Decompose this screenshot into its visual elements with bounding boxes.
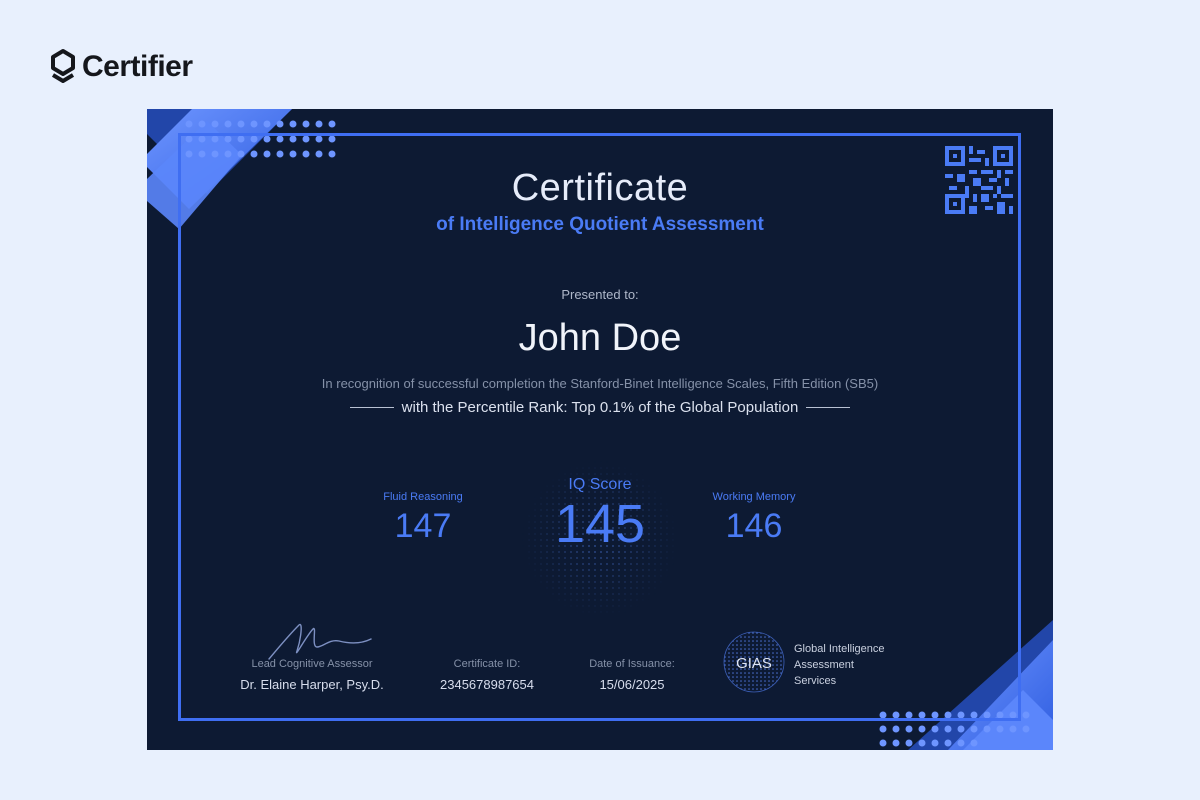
rank-row: with the Percentile Rank: Top 0.1% of th…: [147, 399, 1053, 416]
issuer-name-line2: Assessment: [794, 659, 854, 671]
issue-date-block: Date of Issuance: 15/06/2025: [567, 658, 697, 692]
issue-date-label: Date of Issuance:: [589, 658, 675, 670]
certificate-subtitle: of Intelligence Quotient Assessment: [436, 214, 764, 235]
recipient-name: John Doe: [518, 317, 682, 359]
assessor-label: Lead Cognitive Assessor: [251, 658, 373, 670]
iq-score-value: 145: [554, 494, 646, 554]
presented-label: Presented to:: [561, 287, 639, 302]
divider-right: [806, 407, 851, 408]
brand-name: Certifier: [82, 50, 193, 83]
issuer-name-line1: Global Intelligence: [794, 643, 885, 655]
issuer-name-line3: Services: [794, 675, 837, 687]
working-memory-value: 146: [725, 507, 783, 545]
recognition-text: In recognition of successful completion …: [321, 376, 879, 391]
gias-abbr: GIAS: [736, 655, 772, 672]
certifier-logo-icon: [51, 49, 75, 83]
certificate-id-value: 2345678987654: [440, 677, 534, 692]
certifier-brand: Certifier: [50, 48, 193, 86]
issue-date-value: 15/06/2025: [599, 677, 665, 692]
divider-left: [349, 407, 394, 408]
iq-score-label: IQ Score: [568, 476, 632, 493]
certificate-title: Certificate: [511, 167, 689, 209]
certificate-card: Certificate of Intelligence Quotient Ass…: [147, 109, 1053, 750]
fluid-reasoning-value: 147: [394, 507, 452, 545]
certificate-id-label: Certificate ID:: [453, 658, 521, 670]
certificate-id-block: Certificate ID: 2345678987654: [417, 658, 557, 692]
fluid-reasoning-label: Fluid Reasoning: [383, 491, 463, 503]
iq-score: IQ Score 145: [520, 476, 680, 552]
fluid-reasoning-score: Fluid Reasoning 147: [353, 491, 493, 546]
assessor-name: Dr. Elaine Harper, Psy.D.: [240, 677, 384, 692]
issuer-name: Global Intelligence Assessment Services: [794, 641, 885, 689]
working-memory-score: Working Memory 146: [684, 491, 824, 546]
percentile-rank-text: with the Percentile Rank: Top 0.1% of th…: [401, 399, 799, 416]
assessor-block: Lead Cognitive Assessor Dr. Elaine Harpe…: [212, 658, 412, 692]
gias-logo-icon: GIAS: [723, 631, 785, 693]
working-memory-label: Working Memory: [712, 491, 796, 503]
